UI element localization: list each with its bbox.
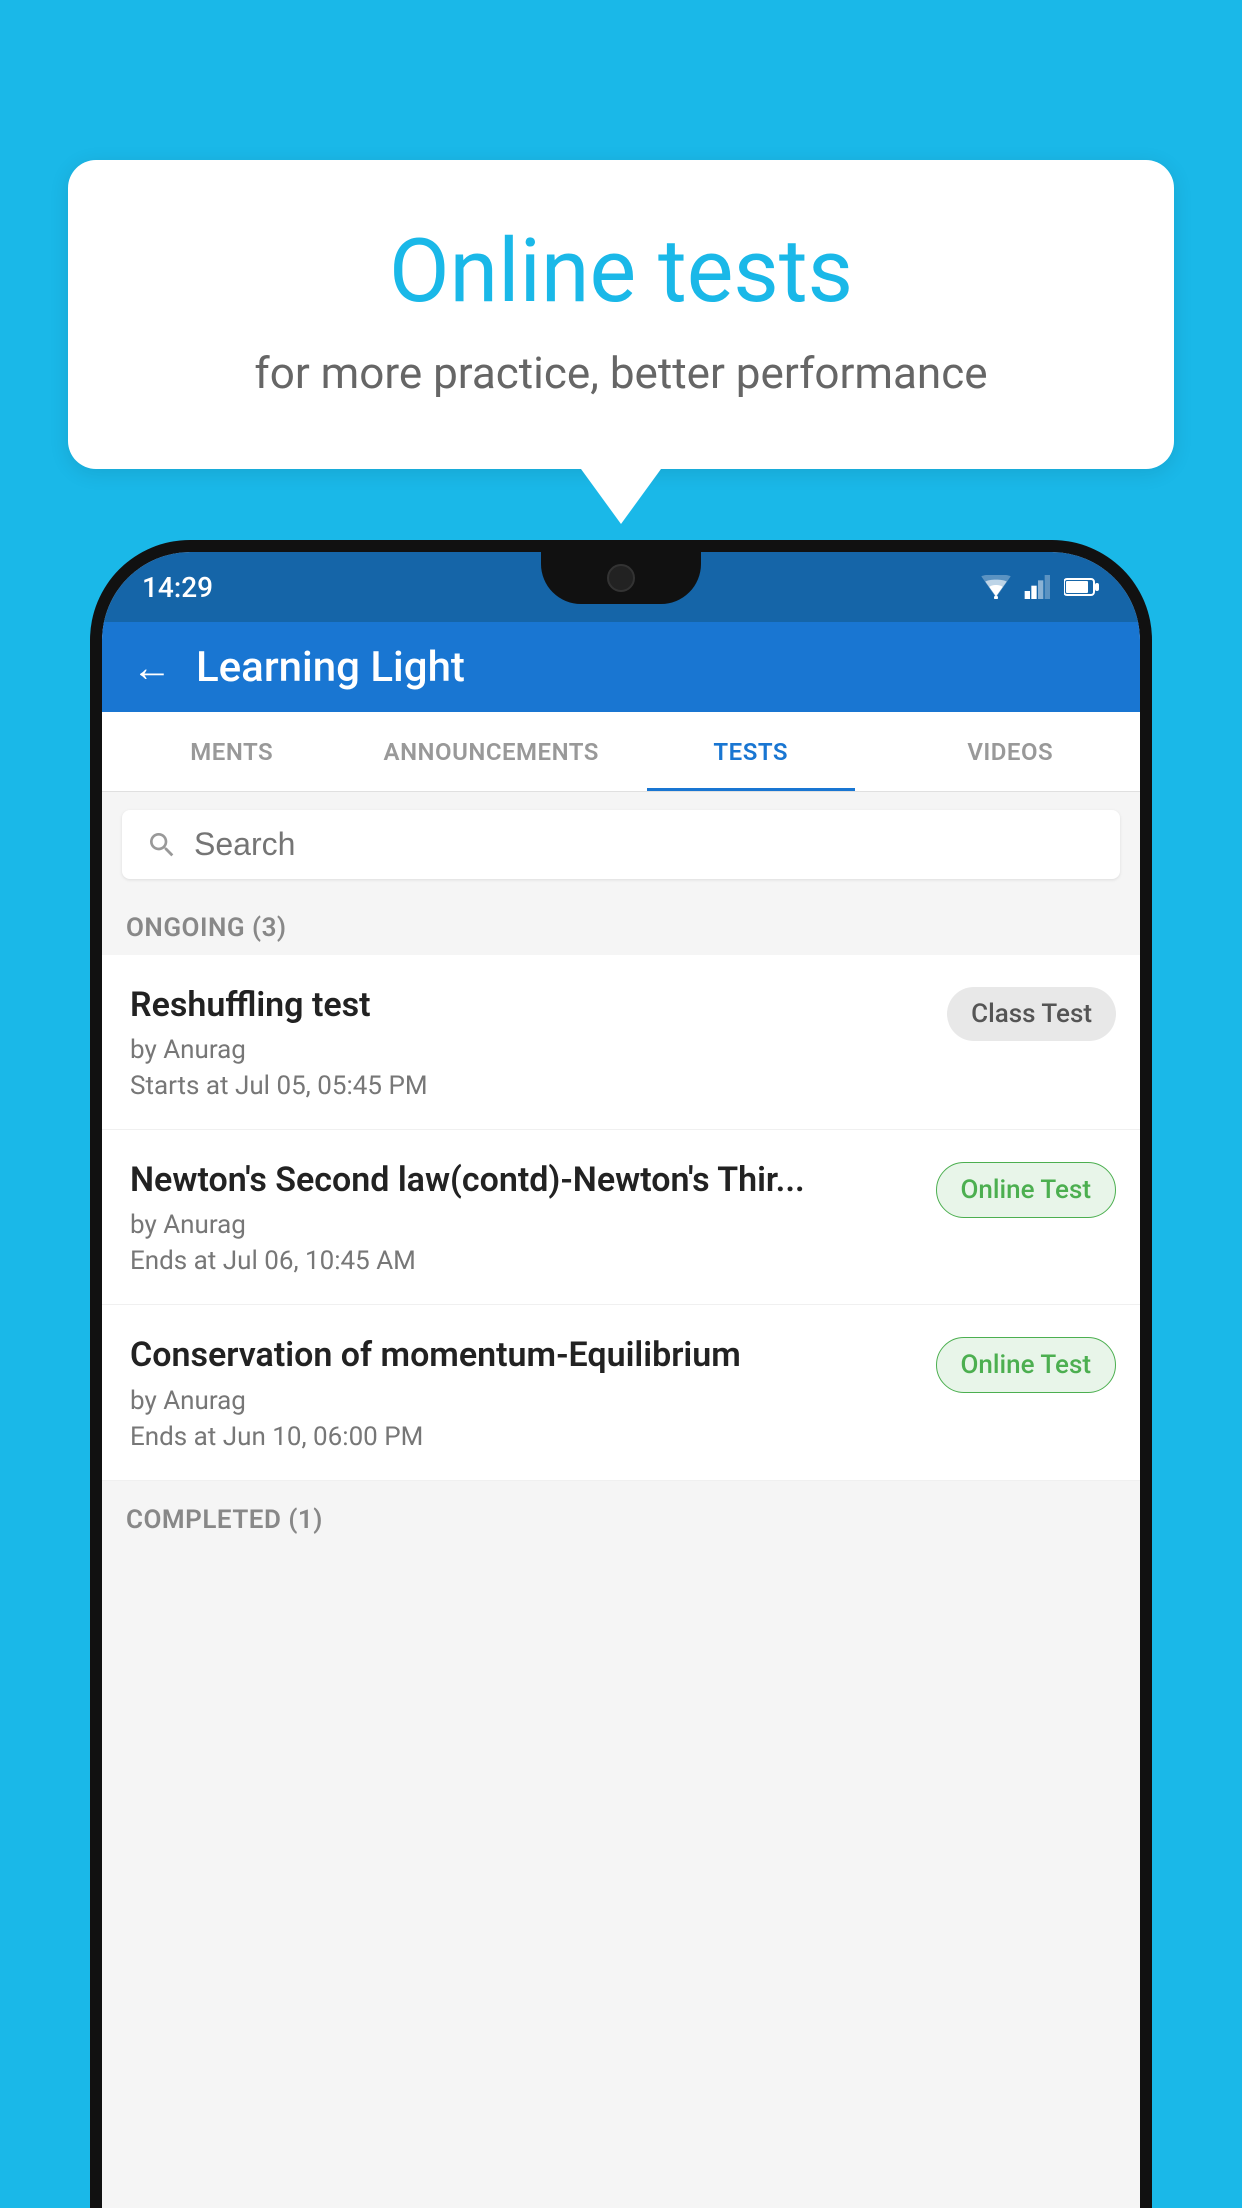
tab-announcements[interactable]: ANNOUNCEMENTS <box>362 712 622 791</box>
phone-screen: 14:29 <box>102 552 1140 2208</box>
test-item[interactable]: Newton's Second law(contd)-Newton's Thir… <box>102 1130 1140 1305</box>
status-bar: 14:29 <box>102 552 1140 622</box>
test-date: Ends at Jul 06, 10:45 AM <box>130 1246 920 1276</box>
battery-icon <box>1064 576 1100 598</box>
search-input[interactable] <box>194 826 1096 863</box>
ongoing-section-header: ONGOING (3) <box>102 897 1140 955</box>
tab-ments[interactable]: MENTS <box>102 712 362 791</box>
test-by: by Anurag <box>130 1035 931 1065</box>
tabs-bar: MENTS ANNOUNCEMENTS TESTS VIDEOS <box>102 712 1140 792</box>
status-time: 14:29 <box>142 571 213 604</box>
test-item-left: Conservation of momentum-Equilibrium by … <box>130 1333 936 1451</box>
test-date: Ends at Jun 10, 06:00 PM <box>130 1422 920 1452</box>
test-item-left: Reshuffling test by Anurag Starts at Jul… <box>130 983 947 1101</box>
test-by: by Anurag <box>130 1210 920 1240</box>
app-title: Learning Light <box>196 643 465 692</box>
search-input-wrapper[interactable] <box>122 810 1120 879</box>
test-date: Starts at Jul 05, 05:45 PM <box>130 1071 931 1101</box>
search-icon <box>146 829 178 861</box>
test-name: Newton's Second law(contd)-Newton's Thir… <box>130 1158 920 1202</box>
camera-dot <box>607 564 635 592</box>
completed-section-header: COMPLETED (1) <box>102 1489 1140 1547</box>
test-item[interactable]: Conservation of momentum-Equilibrium by … <box>102 1305 1140 1480</box>
phone-frame: 14:29 <box>90 540 1152 2208</box>
speech-bubble: Online tests for more practice, better p… <box>68 160 1174 469</box>
signal-icon <box>1024 575 1052 599</box>
app-header: ← Learning Light <box>102 622 1140 712</box>
speech-bubble-title: Online tests <box>148 220 1094 323</box>
back-arrow-icon[interactable]: ← <box>132 644 172 691</box>
test-badge-class: Class Test <box>947 987 1116 1041</box>
test-name: Conservation of momentum-Equilibrium <box>130 1333 920 1377</box>
test-item-left: Newton's Second law(contd)-Newton's Thir… <box>130 1158 936 1276</box>
notch <box>541 552 701 604</box>
test-item[interactable]: Reshuffling test by Anurag Starts at Jul… <box>102 955 1140 1130</box>
phone-inner: 14:29 <box>102 552 1140 2208</box>
wifi-icon <box>980 575 1012 599</box>
search-container <box>102 792 1140 897</box>
tab-tests[interactable]: TESTS <box>621 712 881 791</box>
screen-content: ONGOING (3) Reshuffling test by Anurag S… <box>102 792 1140 2208</box>
test-name: Reshuffling test <box>130 983 931 1027</box>
test-list: Reshuffling test by Anurag Starts at Jul… <box>102 955 1140 1481</box>
speech-bubble-subtitle: for more practice, better performance <box>148 347 1094 399</box>
status-icons <box>980 575 1100 599</box>
test-badge-online: Online Test <box>936 1162 1117 1218</box>
tab-videos[interactable]: VIDEOS <box>881 712 1141 791</box>
speech-bubble-container: Online tests for more practice, better p… <box>68 160 1174 524</box>
speech-bubble-arrow <box>581 469 661 524</box>
test-by: by Anurag <box>130 1386 920 1416</box>
test-badge-online-2: Online Test <box>936 1337 1117 1393</box>
